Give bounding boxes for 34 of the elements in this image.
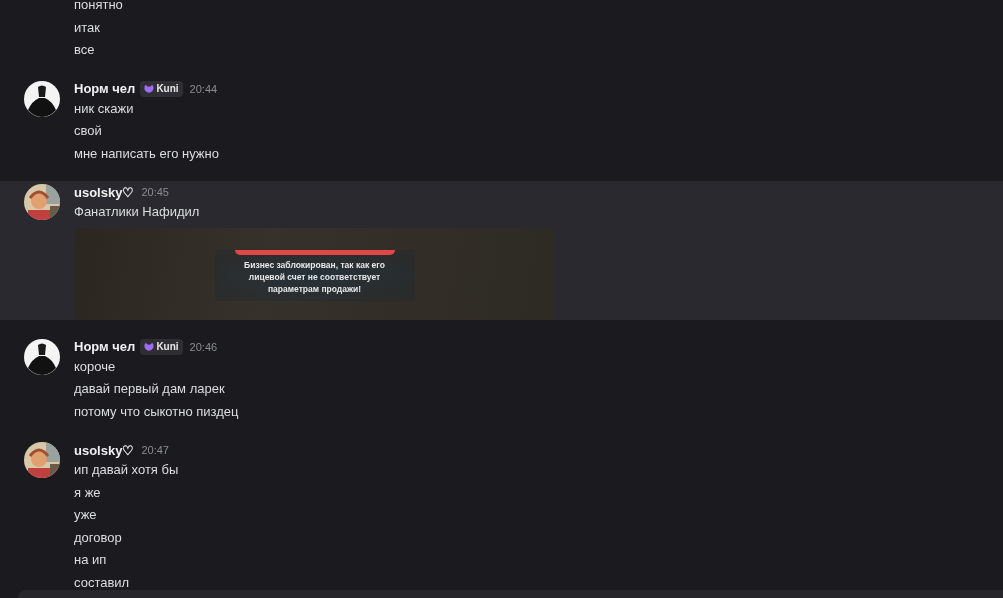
clan-tag[interactable]: Kuni <box>140 338 183 355</box>
message-text: все <box>74 42 95 57</box>
username[interactable]: Норм чел <box>74 81 136 96</box>
message-text: итак <box>74 19 100 35</box>
message-text: короче <box>74 358 116 374</box>
message-text: уже <box>74 507 97 522</box>
clan-tag-name: Kuni <box>156 83 179 94</box>
message-text: договор <box>74 529 122 545</box>
message-text: свой <box>74 123 102 138</box>
message-text: ип давай хотя бы <box>74 462 179 477</box>
message-text: понятно <box>74 0 123 12</box>
avatar[interactable] <box>24 80 60 117</box>
message-text: ник скажи <box>74 100 134 116</box>
username[interactable]: usolsky♡ <box>74 442 135 458</box>
timestamp: 20:45 <box>141 186 169 198</box>
message-text: потому что сыкотно пиздец <box>74 403 239 419</box>
timestamp: 20:46 <box>189 340 218 353</box>
alert-text: Бизнес заблокирован, так как его лицевой счет не соответствует параметрам продажи! <box>243 259 386 295</box>
crescent-icon <box>143 83 155 94</box>
message-text: давай первый дам ларек <box>74 381 225 396</box>
clan-tag[interactable]: Kuni <box>140 80 183 97</box>
message-text: мне написать его нужно <box>74 145 219 161</box>
message-text: я же <box>74 484 101 500</box>
username[interactable]: Норм чел <box>74 339 136 354</box>
timestamp: 20:47 <box>141 444 169 456</box>
avatar[interactable] <box>24 338 60 375</box>
clan-tag-name: Kuni <box>156 341 179 352</box>
image-attachment[interactable]: Бизнес заблокирован, так как его лицевой счет не соответствует параметрам продажи! <box>74 227 555 320</box>
crescent-icon <box>143 341 155 352</box>
message-text: Фанатлики Нафидил <box>74 204 200 219</box>
message-text: на ип <box>74 552 107 567</box>
username[interactable]: usolsky♡ <box>74 184 135 200</box>
timestamp: 20:44 <box>189 82 218 95</box>
message-text: составил <box>74 574 130 590</box>
